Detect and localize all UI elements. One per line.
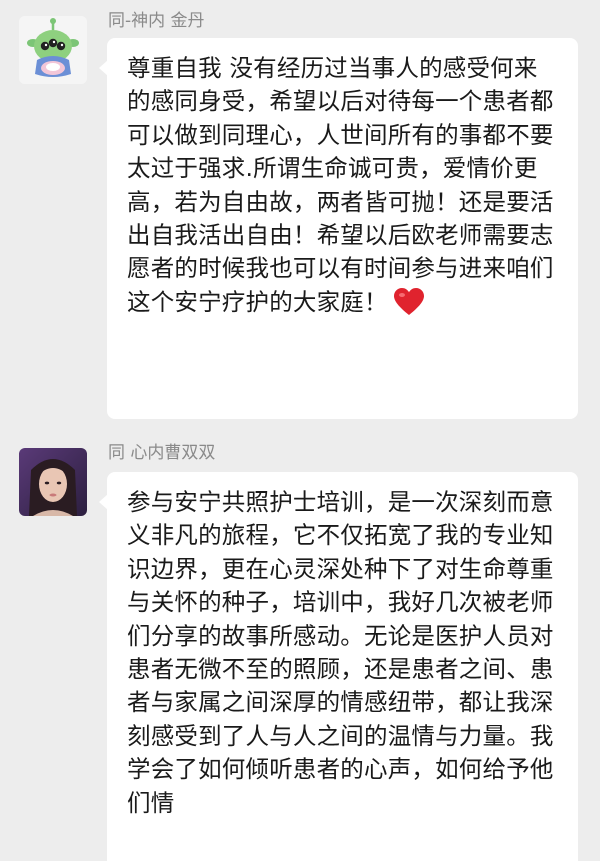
sender-name: 同-神内 金丹	[108, 11, 205, 31]
message-bubble[interactable]: 尊重自我 没有经历过当事人的感受何来的感同身受，希望以后对待每一个患者都可以做到…	[99, 38, 578, 419]
message-bubble[interactable]: 参与安宁共照护士培训，是一次深刻而意义非凡的旅程，它不仅拓宽了我的专业知识边界，…	[99, 472, 578, 861]
chat-view: 同-神内 金丹 尊重自我 没有经历过当事人的感受何来的感同身受，希望以后对待每一…	[0, 0, 600, 861]
red-heart-icon	[393, 287, 424, 316]
message-text: 尊重自我 没有经历过当事人的感受何来的感同身受，希望以后对待每一个患者都可以做到…	[127, 52, 558, 319]
message-text: 参与安宁共照护士培训，是一次深刻而意义非凡的旅程，它不仅拓宽了我的专业知识边界，…	[127, 488, 554, 817]
sender-name: 同 心内曹双双	[108, 443, 216, 463]
alien-toy-avatar-icon[interactable]	[19, 16, 87, 84]
user-photo-avatar-icon[interactable]	[19, 448, 87, 516]
message-text-content: 尊重自我 没有经历过当事人的感受何来的感同身受，希望以后对待每一个患者都可以做到…	[127, 54, 554, 316]
